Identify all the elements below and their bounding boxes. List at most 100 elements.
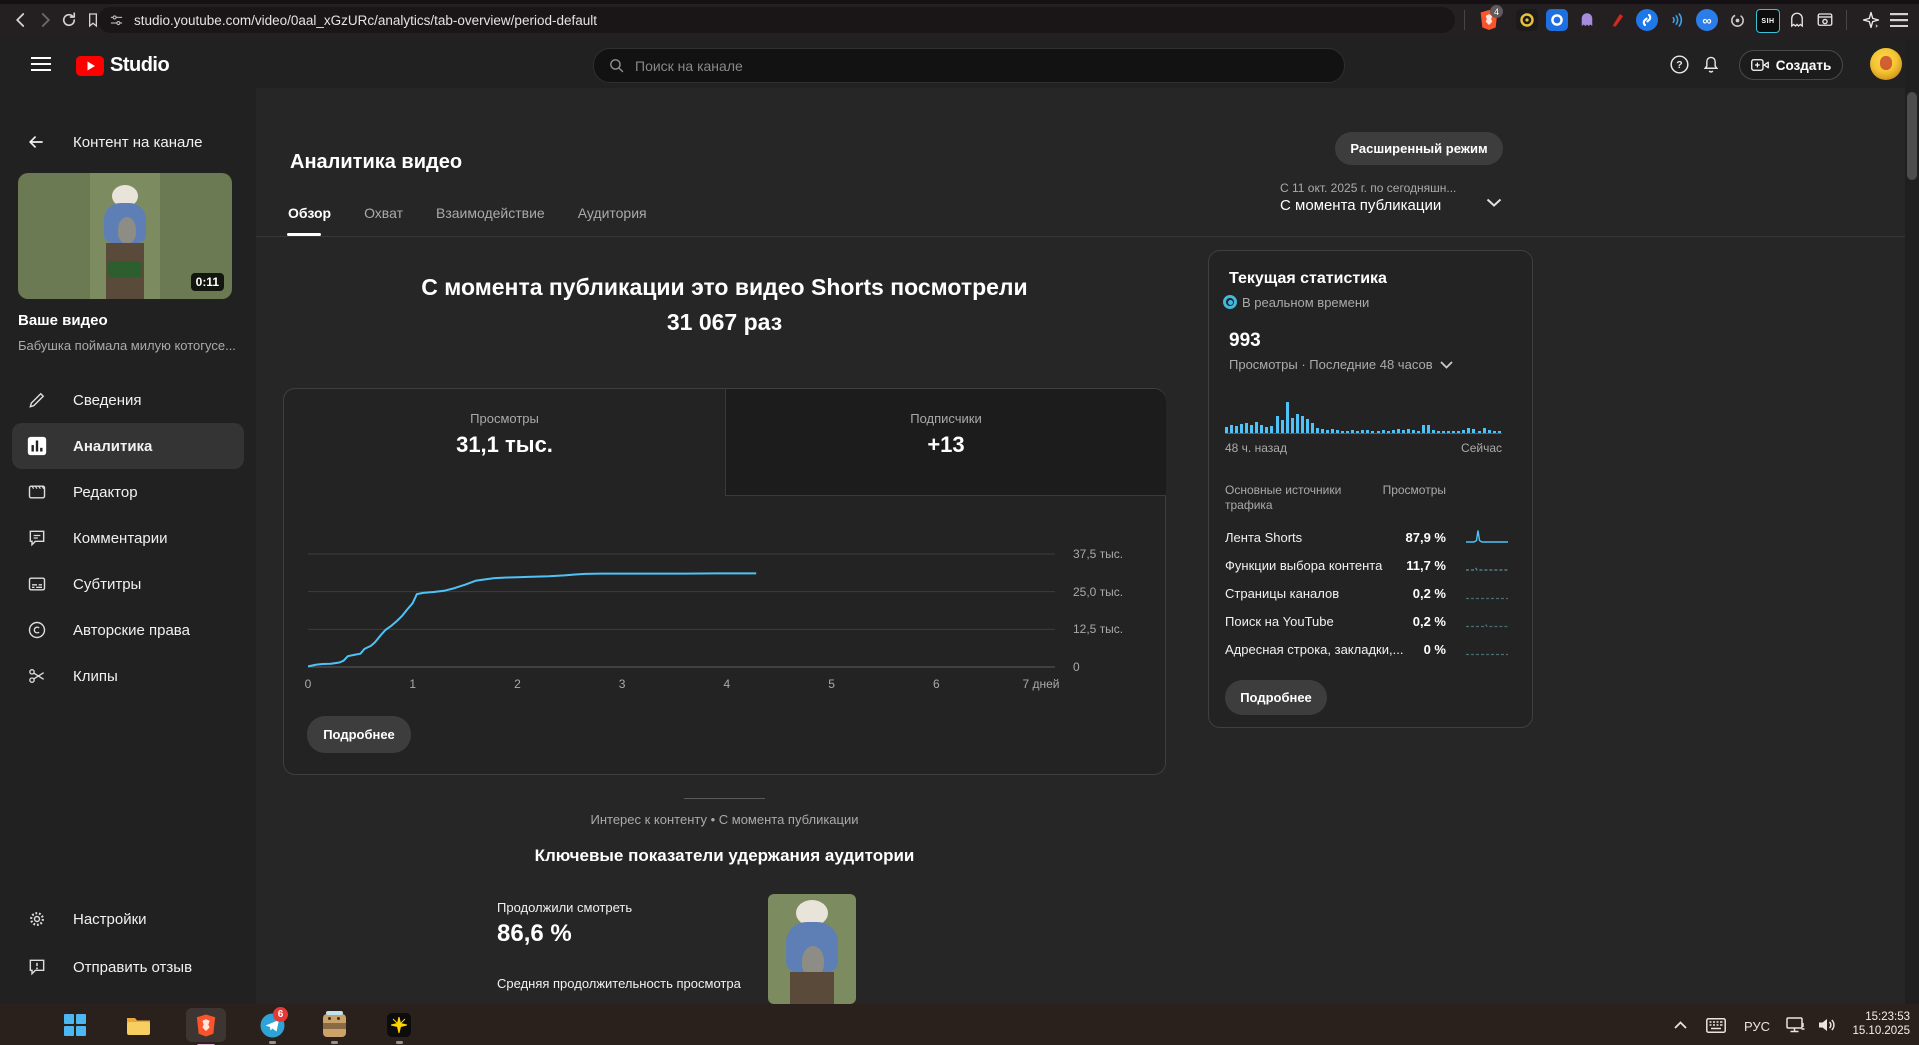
running-indicator — [331, 1041, 338, 1044]
help-icon[interactable]: ? — [1666, 51, 1692, 77]
telegram-icon[interactable]: 6 — [259, 1012, 285, 1038]
traffic-row-youtube-search[interactable]: Поиск на YouTube 0,2 % — [1225, 607, 1508, 635]
sidebar-item-analytics[interactable]: Аналитика — [0, 423, 256, 469]
shield-badge: 4 — [1490, 5, 1503, 18]
scrollbar-thumb[interactable] — [1907, 92, 1917, 180]
realtime-details-button[interactable]: Подробнее — [1225, 680, 1327, 715]
traffic-views-header: Просмотры — [1330, 483, 1446, 497]
search-icon — [608, 57, 625, 74]
network-icon[interactable] — [1783, 1012, 1809, 1038]
extension-ghost-icon[interactable] — [1576, 9, 1598, 31]
retention-thumbnail[interactable] — [768, 894, 856, 1004]
metric-tab-subscribers[interactable]: Подписчики +13 — [725, 389, 1166, 496]
sidebar-item-copyright[interactable]: Авторские права — [0, 607, 256, 653]
start-button-icon[interactable] — [62, 1012, 88, 1038]
extension-sih-icon[interactable]: SIH — [1756, 9, 1780, 33]
studio-menu-icon[interactable] — [28, 51, 54, 77]
reload-icon[interactable] — [56, 7, 82, 33]
tray-chevron-up-icon[interactable] — [1667, 1012, 1693, 1038]
tab-audience[interactable]: Аудитория — [578, 205, 647, 221]
period-selector[interactable]: С момента публикации — [1280, 197, 1441, 214]
leo-ai-sparkle-icon[interactable] — [1858, 7, 1884, 33]
tray-clock[interactable]: 15:23:53 15.10.2025 — [1852, 1010, 1910, 1038]
box-app-icon[interactable] — [321, 1012, 347, 1038]
svg-text:?: ? — [1676, 59, 1682, 71]
extension-window-search-icon[interactable] — [1814, 9, 1836, 31]
sidebar-item-settings[interactable]: Настройки — [0, 896, 256, 942]
create-video-icon — [1751, 58, 1769, 72]
realtime-bar — [1306, 419, 1309, 433]
url-text: studio.youtube.com/video/0aal_xGzURc/ana… — [134, 13, 597, 28]
realtime-bar — [1427, 425, 1430, 433]
headline-line1: С момента публикации это видео Shorts по… — [283, 270, 1166, 305]
realtime-bar — [1245, 423, 1248, 433]
browser-menu-icon[interactable] — [1886, 7, 1912, 33]
sidebar-back-title[interactable]: Контент на канале — [73, 134, 202, 151]
traffic-row-shorts-feed[interactable]: Лента Shorts 87,9 % — [1225, 523, 1508, 551]
sidebar: Контент на канале 0:11 Ваше видео Бабушк… — [0, 88, 256, 1004]
extension-circular-icon[interactable] — [1726, 9, 1748, 31]
realtime-baseline — [1225, 433, 1502, 434]
notifications-bell-icon[interactable] — [1698, 51, 1724, 77]
site-settings-icon[interactable] — [109, 13, 124, 28]
brave-taskbar-icon[interactable] — [193, 1012, 219, 1038]
screen: studio.youtube.com/video/0aal_xGzURc/ana… — [0, 0, 1919, 1045]
sih-label: SIH — [1761, 18, 1774, 25]
file-explorer-icon[interactable] — [125, 1012, 151, 1038]
headline-line2: 31 067 раз — [283, 305, 1166, 340]
video-thumbnail[interactable]: 0:11 — [18, 173, 232, 299]
traffic-row-browse[interactable]: Функции выбора контента 11,7 % — [1225, 551, 1508, 579]
tab-engagement[interactable]: Взаимодействие — [436, 205, 545, 221]
realtime-bar — [1286, 402, 1289, 433]
analytics-tabs: Обзор Охват Взаимодействие Аудитория — [288, 205, 647, 221]
touch-keyboard-icon[interactable] — [1703, 1012, 1729, 1038]
forward-icon[interactable] — [32, 7, 58, 33]
sidebar-item-editor[interactable]: Редактор — [0, 469, 256, 515]
chart-details-button[interactable]: Подробнее — [307, 716, 411, 753]
period-chevron-down-icon[interactable] — [1486, 198, 1502, 207]
extension-blue-o-icon[interactable] — [1546, 9, 1568, 31]
traffic-row-channel-pages[interactable]: Страницы каналов 0,2 % — [1225, 579, 1508, 607]
page-scrollbar[interactable] — [1905, 40, 1919, 1004]
realtime-views-caption-row[interactable]: Просмотры · Последние 48 часов — [1229, 357, 1453, 372]
sidebar-item-comments[interactable]: Комментарии — [0, 515, 256, 561]
realtime-bar — [1296, 414, 1299, 433]
extension-red-pen-icon[interactable] — [1606, 9, 1628, 31]
section-divider — [684, 798, 765, 799]
metric-tab-views[interactable]: Просмотры 31,1 тыс. — [284, 389, 725, 496]
tab-bar-divider — [256, 236, 1905, 237]
url-bar[interactable]: studio.youtube.com/video/0aal_xGzURc/ana… — [98, 7, 1455, 33]
extension-infinity-icon[interactable]: ∞ — [1696, 9, 1718, 31]
realtime-bar-chart[interactable] — [1225, 400, 1502, 433]
extension-shazam-icon[interactable] — [1636, 9, 1658, 31]
advanced-mode-button[interactable]: Расширенный режим — [1335, 132, 1503, 165]
sidebar-item-clips[interactable]: Клипы — [0, 653, 256, 699]
account-avatar[interactable] — [1870, 48, 1902, 80]
section-caption: Интерес к контенту • С момента публикаци… — [283, 812, 1166, 827]
scissors-icon — [26, 665, 48, 687]
editor-icon — [26, 481, 48, 503]
extension-sound-waves-icon[interactable] — [1666, 9, 1688, 31]
realtime-bar — [1255, 422, 1258, 433]
brave-shield-icon[interactable]: 4 — [1478, 9, 1500, 31]
realtime-bar — [1240, 424, 1243, 433]
volume-icon[interactable] — [1814, 1012, 1840, 1038]
tab-reach[interactable]: Охват — [364, 205, 403, 221]
pencil-icon — [26, 389, 48, 411]
create-button[interactable]: Создать — [1739, 50, 1843, 80]
comments-icon — [26, 527, 48, 549]
extension-ghost-outline-icon[interactable] — [1786, 9, 1808, 31]
extension-yellow-icon[interactable] — [1516, 9, 1538, 31]
studio-logo[interactable]: Studio — [76, 54, 169, 77]
sidebar-item-subtitles[interactable]: Субтитры — [0, 561, 256, 607]
views-line-chart[interactable] — [308, 541, 1079, 673]
channel-search-bar[interactable]: Поиск на канале — [593, 48, 1345, 83]
language-indicator[interactable]: РУС — [1744, 1018, 1770, 1036]
traffic-row-direct[interactable]: Адресная строка, закладки,... 0 % — [1225, 635, 1508, 663]
back-arrow-icon[interactable] — [26, 132, 46, 152]
back-icon[interactable] — [8, 7, 34, 33]
tab-overview[interactable]: Обзор — [288, 205, 331, 221]
sidebar-item-details[interactable]: Сведения — [0, 377, 256, 423]
sidebar-item-feedback[interactable]: Отправить отзыв — [0, 944, 256, 990]
starburst-app-icon[interactable] — [386, 1012, 412, 1038]
